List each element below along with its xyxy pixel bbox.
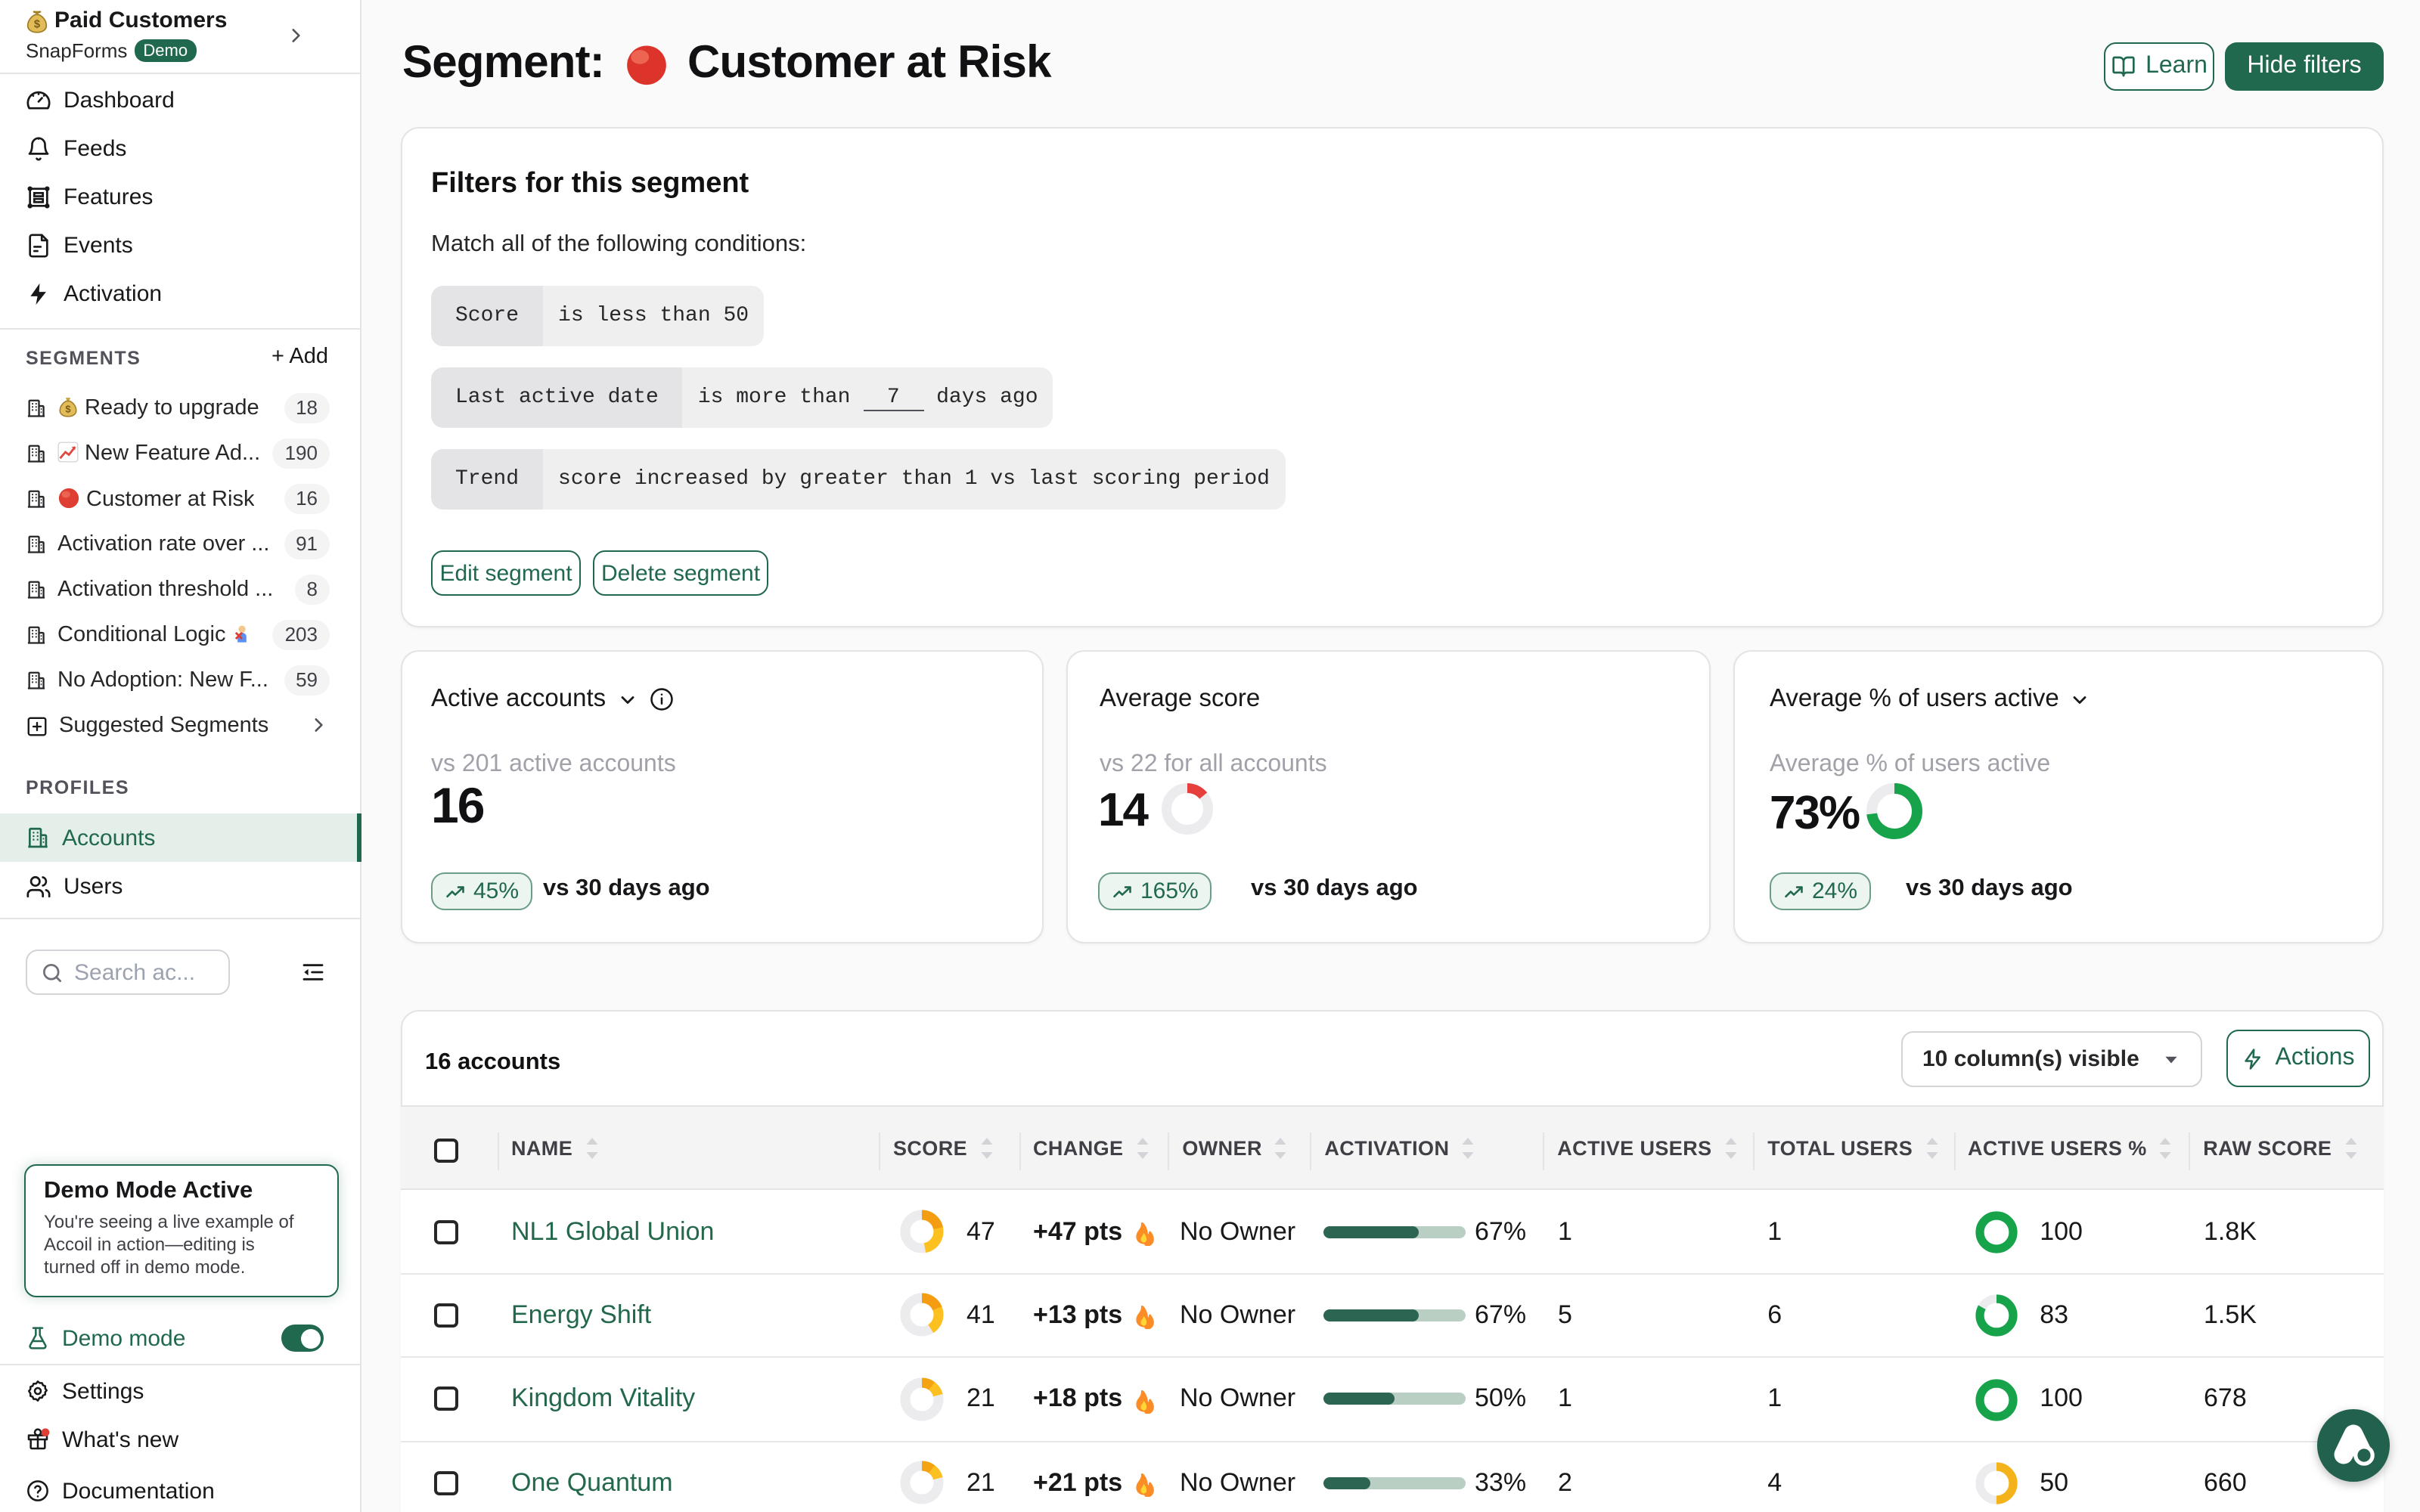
- svg-text:$: $: [34, 18, 40, 30]
- svg-text:$: $: [65, 404, 70, 415]
